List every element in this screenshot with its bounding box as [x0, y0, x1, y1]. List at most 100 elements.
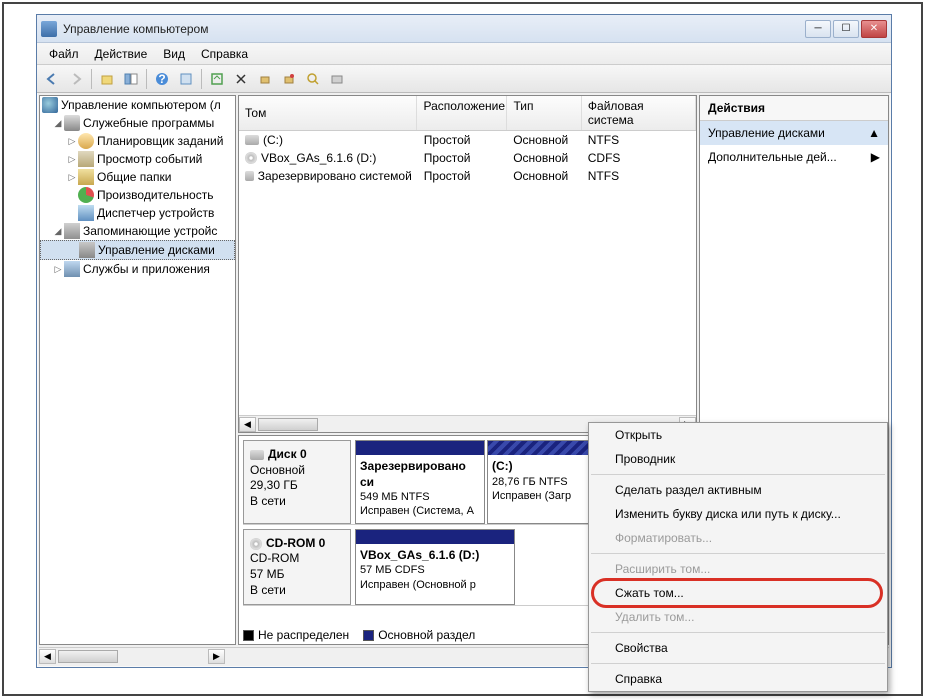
tb-delete-button[interactable] — [230, 68, 252, 90]
tree-devmgr-label: Диспетчер устройств — [97, 206, 214, 220]
tools-icon — [64, 115, 80, 131]
ctx-explorer[interactable]: Проводник — [589, 447, 887, 471]
tree-root-label: Управление компьютером (л — [61, 98, 221, 112]
tb-action2-button[interactable] — [278, 68, 300, 90]
volume-fs: NTFS — [582, 132, 696, 148]
disk-label[interactable]: Диск 0 Основной 29,30 ГБ В сети — [243, 440, 351, 524]
services-icon — [64, 261, 80, 277]
ctx-extend[interactable]: Расширить том... — [589, 557, 887, 581]
ctx-delete[interactable]: Удалить том... — [589, 605, 887, 629]
chevron-right-icon: ▶ — [871, 150, 880, 164]
col-volume[interactable]: Том — [239, 96, 417, 130]
scroll-left-button[interactable]: ◀ — [239, 417, 256, 432]
titlebar[interactable]: Управление компьютером ─ ☐ ✕ — [37, 15, 891, 43]
ctx-open[interactable]: Открыть — [589, 423, 887, 447]
expand-icon[interactable]: ▷ — [66, 154, 78, 165]
tree-diskmgmt[interactable]: Управление дисками — [40, 240, 235, 260]
col-fs[interactable]: Файловая система — [582, 96, 696, 130]
ctx-format[interactable]: Форматировать... — [589, 526, 887, 550]
partition[interactable]: Зарезервировано си 549 МБ NTFS Исправен … — [355, 440, 485, 524]
volume-row[interactable]: (C:) Простой Основной NTFS — [239, 131, 696, 149]
tree-shared-label: Общие папки — [97, 170, 171, 184]
disk-type: CD-ROM — [250, 551, 344, 567]
expand-icon[interactable]: ◢ — [52, 226, 64, 237]
disk-status: В сети — [250, 583, 344, 599]
tree-services[interactable]: ▷ Службы и приложения — [40, 260, 235, 278]
disk-name: CD-ROM 0 — [266, 536, 325, 552]
partition-sub: 57 МБ CDFS — [360, 563, 510, 577]
tree-scheduler-label: Планировщик заданий — [97, 134, 223, 148]
expand-icon[interactable]: ◢ — [52, 118, 64, 129]
tree-scheduler[interactable]: ▷ Планировщик заданий — [40, 132, 235, 150]
ctx-properties[interactable]: Свойства — [589, 636, 887, 660]
tb-show-hide-button[interactable] — [120, 68, 142, 90]
volume-list[interactable]: Том Расположение Тип Файловая система (C… — [238, 95, 697, 433]
disk-status: В сети — [250, 494, 344, 510]
volume-name: VBox_GAs_6.1.6 (D:) — [261, 151, 376, 165]
tree-services-label: Службы и приложения — [83, 262, 210, 276]
events-icon — [78, 151, 94, 167]
close-button[interactable]: ✕ — [861, 20, 887, 38]
disk-type: Основной — [250, 463, 344, 479]
scroll-thumb[interactable] — [58, 650, 118, 663]
scroll-left-button[interactable]: ◀ — [39, 649, 56, 664]
volume-row[interactable]: VBox_GAs_6.1.6 (D:) Простой Основной CDF… — [239, 149, 696, 167]
diskmgmt-icon — [79, 242, 95, 258]
menu-help[interactable]: Справка — [193, 45, 256, 63]
svg-text:?: ? — [158, 72, 165, 86]
expand-icon[interactable]: ▷ — [52, 264, 64, 275]
menu-action[interactable]: Действие — [87, 45, 156, 63]
tree-utilities-label: Служебные программы — [83, 116, 214, 130]
ctx-change-letter[interactable]: Изменить букву диска или путь к диску... — [589, 502, 887, 526]
scroll-right-button[interactable]: ▶ — [208, 649, 225, 664]
minimize-button[interactable]: ─ — [805, 20, 831, 38]
tree-storage-label: Запоминающие устройс — [83, 224, 217, 238]
volume-list-header: Том Расположение Тип Файловая система — [239, 96, 696, 131]
menu-view[interactable]: Вид — [155, 45, 193, 63]
maximize-button[interactable]: ☐ — [833, 20, 859, 38]
volume-row[interactable]: Зарезервировано системой Простой Основно… — [239, 167, 696, 185]
expand-icon[interactable]: ▷ — [66, 172, 78, 183]
tb-help-button[interactable]: ? — [151, 68, 173, 90]
ctx-help[interactable]: Справка — [589, 667, 887, 691]
expand-icon[interactable]: ▷ — [66, 136, 78, 147]
ctx-make-active[interactable]: Сделать раздел активным — [589, 478, 887, 502]
tb-props-button[interactable] — [175, 68, 197, 90]
disk-size: 29,30 ГБ — [250, 478, 344, 494]
actions-more-label: Дополнительные дей... — [708, 150, 837, 164]
tb-action1-button[interactable] — [254, 68, 276, 90]
volume-fs: NTFS — [582, 168, 696, 184]
tree-pane[interactable]: Управление компьютером (л ◢ Служебные про… — [39, 95, 236, 645]
tree-root[interactable]: Управление компьютером (л — [40, 96, 235, 114]
partition[interactable]: VBox_GAs_6.1.6 (D:) 57 МБ CDFS Исправен … — [355, 529, 515, 605]
tree-storage[interactable]: ◢ Запоминающие устройс — [40, 222, 235, 240]
volume-icon — [245, 135, 259, 145]
legend-primary-swatch — [363, 630, 374, 641]
tb-search-button[interactable] — [302, 68, 324, 90]
scroll-thumb[interactable] — [258, 418, 318, 431]
tree-utilities[interactable]: ◢ Служебные программы — [40, 114, 235, 132]
tree-perf[interactable]: Производительность — [40, 186, 235, 204]
nav-back-button[interactable] — [41, 68, 63, 90]
tb-up-button[interactable] — [96, 68, 118, 90]
toolbar: ? — [37, 65, 891, 93]
col-layout[interactable]: Расположение — [417, 96, 507, 130]
menu-file[interactable]: Файл — [41, 45, 87, 63]
disk-label[interactable]: CD-ROM 0 CD-ROM 57 МБ В сети — [243, 529, 351, 605]
menu-separator — [591, 632, 885, 633]
computer-icon — [42, 97, 58, 113]
tree-events[interactable]: ▷Просмотр событий — [40, 150, 235, 168]
partition-sub: 549 МБ NTFS — [360, 490, 480, 504]
tb-refresh-button[interactable] — [206, 68, 228, 90]
nav-forward-button[interactable] — [65, 68, 87, 90]
chevron-up-icon: ▲ — [868, 126, 880, 140]
tree-shared[interactable]: ▷ Общие папки — [40, 168, 235, 186]
actions-diskmgmt[interactable]: Управление дисками▲ — [700, 121, 888, 145]
tb-settings-button[interactable] — [326, 68, 348, 90]
col-type[interactable]: Тип — [507, 96, 581, 130]
volume-layout: Простой — [418, 150, 507, 166]
tree-devmgr[interactable]: Диспетчер устройств — [40, 204, 235, 222]
actions-more[interactable]: Дополнительные дей... ▶ — [700, 145, 888, 169]
ctx-shrink[interactable]: Сжать том... — [589, 581, 887, 605]
disk-name: Диск 0 — [268, 447, 307, 463]
